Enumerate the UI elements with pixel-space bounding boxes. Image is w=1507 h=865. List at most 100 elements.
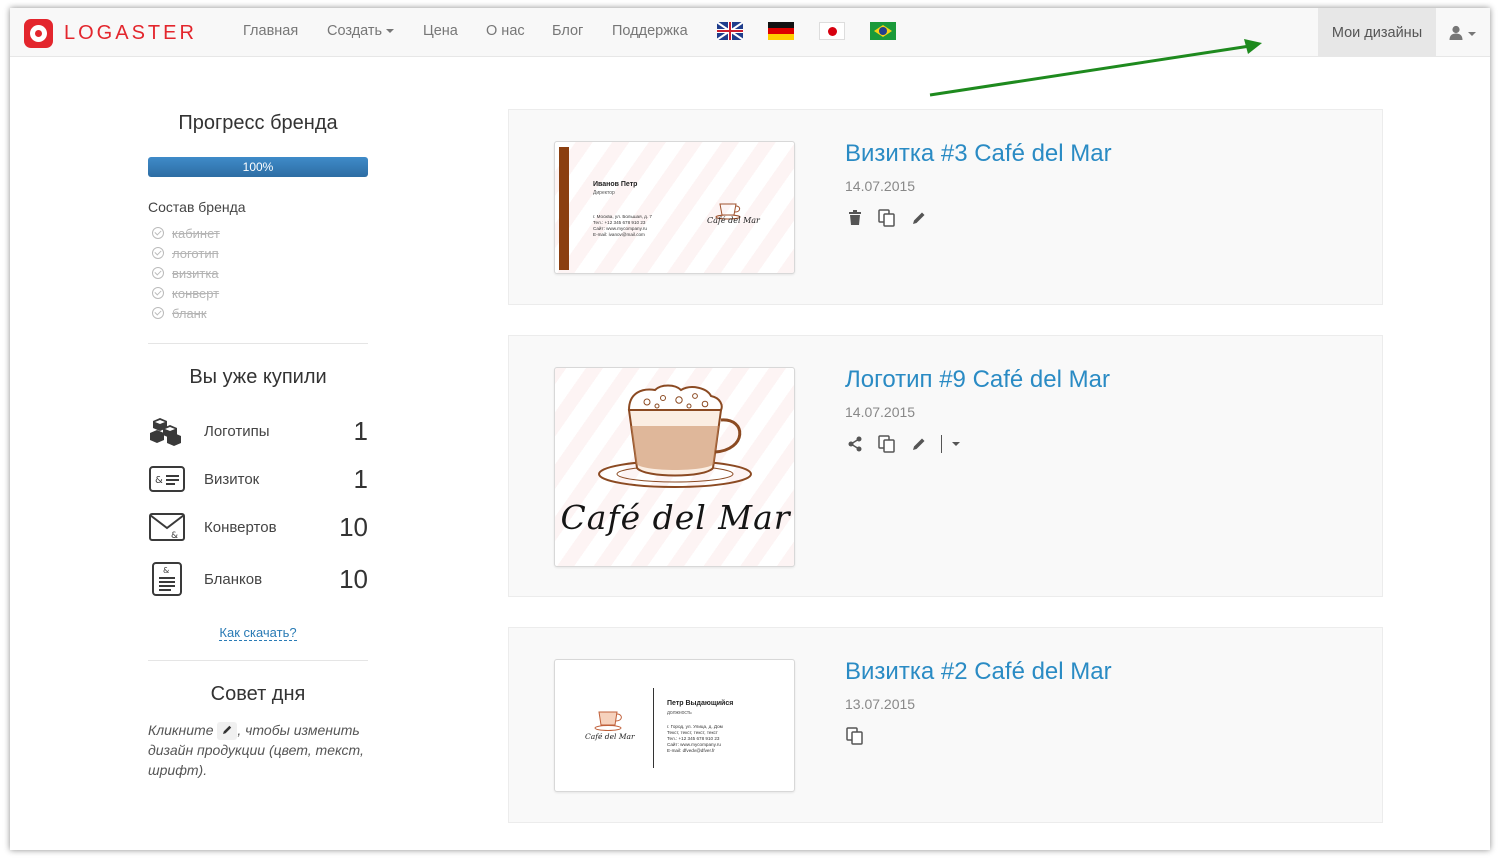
bought-count: 1 [353, 415, 368, 446]
design-date: 14.07.2015 [845, 178, 916, 194]
copy-icon[interactable] [877, 208, 897, 228]
list-item: логотип [148, 243, 368, 263]
bought-row-logos: Логотипы 1 [148, 407, 368, 455]
bought-label: Логотипы [204, 422, 270, 440]
preview-contacts: г. Москва, ул. Большая, д. 7 Тел.: +12 3… [593, 214, 652, 238]
design-actions [845, 434, 960, 454]
brand-composition-label: Состав бренда [148, 199, 246, 215]
check-circle-icon [152, 267, 164, 279]
preview-contacts: г. Город, ул. Улица, д. Дом Текст, текст… [667, 724, 723, 754]
coffee-cup-illustration [598, 384, 752, 488]
bought-row-cards: & Визиток 1 [148, 455, 368, 503]
chevron-down-icon [386, 29, 395, 34]
design-title[interactable]: Визитка #3 Café del Mar [845, 140, 1112, 168]
letterhead-icon: & [148, 560, 186, 598]
progress-title: Прогресс бренда [178, 112, 338, 134]
how-to-download-label: Как скачать? [219, 625, 297, 641]
nav-my-designs[interactable]: Мои дизайны [1318, 8, 1436, 57]
brand-item-label: логотип [172, 245, 219, 261]
copy-icon[interactable] [845, 726, 865, 746]
browser-frame: LOGASTER Главная Создать Цена О нас Блог… [10, 8, 1490, 850]
design-actions [845, 208, 941, 228]
japan-flag-icon[interactable] [819, 22, 845, 40]
annotation-arrow [929, 39, 1262, 97]
pencil-icon[interactable] [909, 434, 929, 454]
svg-text:&: & [163, 566, 169, 575]
bought-list: Логотипы 1 & Визиток 1 & Конвертов 10 & … [148, 407, 368, 607]
pencil-icon[interactable] [909, 208, 929, 228]
logo-blocks-icon [148, 412, 186, 450]
brand-progress-bar: 100% [148, 157, 368, 177]
nav-create[interactable]: Создать [327, 23, 395, 39]
design-title[interactable]: Логотип #9 Café del Mar [845, 366, 1110, 394]
preview-line: E-mail: dfvedv@dfver.fr [667, 748, 715, 753]
brand-item-label: визитка [172, 265, 219, 281]
bought-count: 10 [339, 563, 368, 594]
dropdown-caret-icon[interactable] [952, 442, 960, 446]
logaster-logo[interactable]: LOGASTER [24, 18, 197, 48]
bought-count: 10 [339, 511, 368, 542]
preview-logo-text: Café del Mar [707, 216, 760, 225]
list-item: конверт [148, 283, 368, 303]
logaster-mark-icon [24, 18, 53, 48]
brazil-flag-icon[interactable] [870, 22, 896, 40]
preview-logo-text: Café del Mar [585, 732, 635, 741]
tip-title: Совет дня [210, 683, 306, 705]
design-preview-card-3[interactable]: Иванов Петр Директор г. Москва, ул. Боль… [554, 141, 795, 274]
share-icon[interactable] [845, 434, 865, 454]
preview-name: Петр Выдающийся [667, 700, 734, 707]
how-to-download-link[interactable]: Как скачать? [148, 625, 368, 641]
check-circle-icon [152, 227, 164, 239]
check-circle-icon [152, 287, 164, 299]
bought-row-envelopes: & Конвертов 10 [148, 503, 368, 551]
user-menu[interactable] [1436, 8, 1490, 57]
tip-text: Кликните , чтобы изменить дизайн продукц… [148, 720, 368, 780]
preview-line: E-mail: ivanov@mail.com [593, 232, 645, 237]
design-title[interactable]: Визитка #2 Café del Mar [845, 658, 1112, 686]
sidebar: Прогресс бренда 100% Состав бренда кабин… [148, 57, 368, 780]
divider [148, 343, 368, 344]
trash-icon[interactable] [845, 208, 865, 228]
preview-logo-text: Café del Mar [560, 498, 791, 537]
watermark [555, 142, 794, 273]
nav-price[interactable]: Цена [423, 23, 458, 39]
bought-label: Визиток [204, 470, 260, 488]
business-card-icon: & [148, 460, 186, 498]
preview-position: Директор [593, 190, 615, 196]
svg-text:&: & [171, 531, 178, 541]
nav-home[interactable]: Главная [243, 23, 298, 39]
brand-item-label: кабинет [172, 225, 220, 241]
preview-name: Иванов Петр [593, 181, 638, 188]
nav-support[interactable]: Поддержка [612, 23, 688, 39]
design-date: 13.07.2015 [845, 696, 916, 712]
top-navbar: LOGASTER Главная Создать Цена О нас Блог… [10, 8, 1490, 57]
coffee-cup-icon [594, 711, 622, 731]
brand-item-label: конверт [172, 285, 220, 301]
tip-text-before: Кликните [148, 722, 214, 738]
design-date: 14.07.2015 [845, 404, 916, 420]
divider [941, 435, 942, 453]
pencil-icon [217, 722, 238, 741]
germany-flag-icon[interactable] [768, 22, 794, 40]
bought-label: Конвертов [204, 518, 277, 536]
preview-position: должность [667, 710, 692, 716]
card-stripe [559, 147, 569, 270]
bought-title: Вы уже купили [189, 366, 327, 388]
design-card: Иванов Петр Директор г. Москва, ул. Боль… [508, 109, 1383, 305]
design-card: Café del Mar Петр Выдающийся должность г… [508, 627, 1383, 823]
divider [653, 688, 654, 768]
uk-flag-icon[interactable] [717, 22, 743, 40]
list-item: визитка [148, 263, 368, 283]
copy-icon[interactable] [877, 434, 897, 454]
envelope-icon: & [148, 508, 186, 546]
bought-label: Бланков [204, 570, 263, 588]
bought-count: 1 [353, 463, 368, 494]
design-preview-card-2[interactable]: Café del Mar Петр Выдающийся должность г… [554, 659, 795, 792]
list-item: кабинет [148, 223, 368, 243]
check-circle-icon [152, 247, 164, 259]
list-item: бланк [148, 303, 368, 323]
nav-about[interactable]: О нас [486, 23, 525, 39]
design-preview-logo-9[interactable]: Café del Mar [554, 367, 795, 567]
nav-blog[interactable]: Блог [552, 23, 583, 39]
svg-text:&: & [155, 475, 163, 486]
